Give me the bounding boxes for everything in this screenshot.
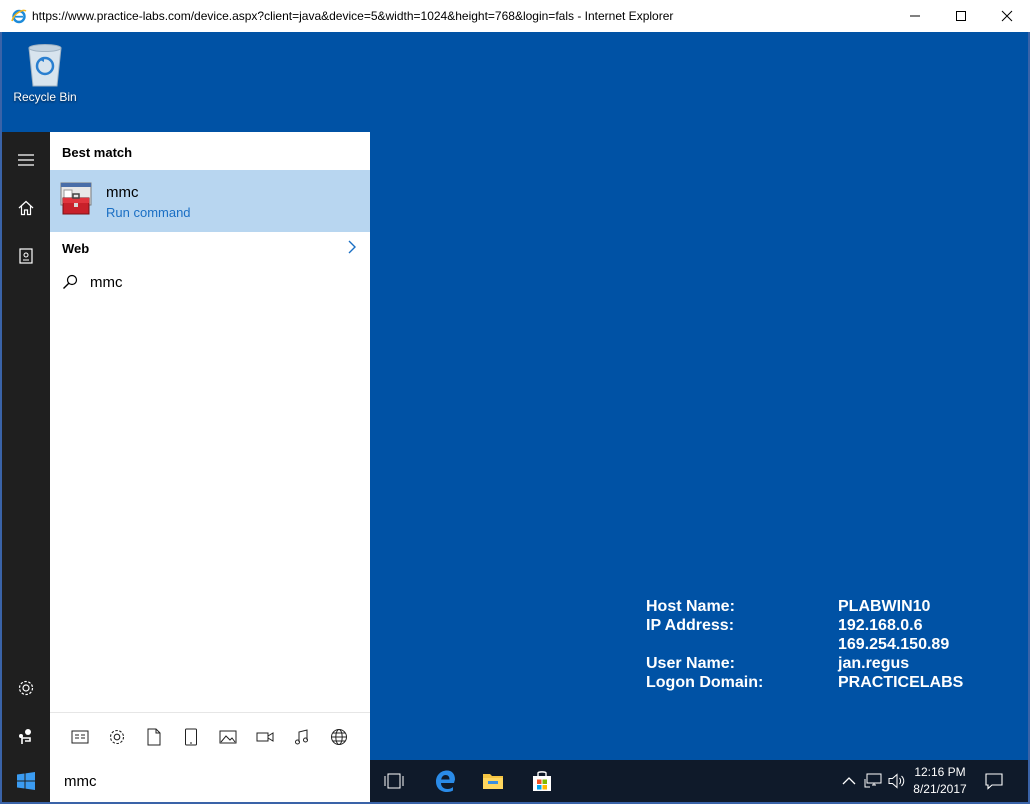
home-icon	[18, 200, 34, 216]
host-info-key: User Name:	[646, 655, 735, 672]
show-hidden-icons-button[interactable]	[840, 772, 858, 790]
folder-icon	[483, 774, 503, 789]
search-input[interactable]	[62, 771, 356, 791]
internet-explorer-icon	[10, 7, 28, 25]
feedback-button[interactable]	[2, 712, 50, 760]
clock-time: 12:16 PM	[914, 765, 966, 779]
apps-icon[interactable]	[70, 727, 90, 747]
clock-date: 8/21/2017	[913, 782, 967, 796]
network-button[interactable]	[864, 772, 882, 790]
music-icon[interactable]	[292, 727, 312, 747]
host-info-row: Host Name: PLABWIN10	[646, 597, 963, 616]
settings-button[interactable]	[2, 664, 50, 712]
notebook-icon	[19, 248, 33, 264]
host-info-key: IP Address:	[646, 617, 735, 634]
host-info-row: IP Address: 192.168.0.6	[646, 616, 963, 635]
best-match-subtitle: Run command	[106, 205, 191, 220]
host-info-value: jan.regus	[838, 655, 910, 672]
host-info-row: 169.254.150.89	[646, 635, 963, 654]
host-info-key: Host Name:	[646, 598, 735, 615]
recycle-bin-icon	[28, 44, 62, 87]
taskbar-search-box[interactable]	[50, 760, 370, 802]
browser-titlebar: https://www.practice-labs.com/device.asp…	[0, 0, 1030, 33]
best-match-item[interactable]: mmc Run command	[50, 170, 370, 232]
host-info-row: Logon Domain: PRACTICELABS	[646, 673, 963, 692]
search-results-panel: Best match mmc Run command Web mmc	[50, 132, 370, 761]
toolbox-icon	[60, 182, 92, 216]
minimize-icon	[910, 15, 920, 17]
best-match-heading: Best match	[62, 145, 133, 160]
tablet-icon[interactable]	[181, 727, 201, 747]
hamburger-menu-button[interactable]	[2, 136, 50, 184]
notebook-button[interactable]	[2, 232, 50, 280]
web-icon[interactable]	[329, 727, 349, 747]
maximize-icon	[956, 11, 966, 21]
search-filter-bar	[50, 712, 370, 761]
host-info-panel: Host Name: PLABWIN10 IP Address: 192.168…	[646, 597, 963, 692]
chevron-up-icon	[842, 777, 856, 785]
system-clock[interactable]: 12:16 PM 8/21/2017	[908, 764, 972, 798]
host-info-value: PLABWIN10	[838, 598, 931, 615]
volume-button[interactable]	[888, 772, 906, 790]
network-icon	[864, 773, 882, 788]
edge-icon	[436, 770, 455, 792]
store-button[interactable]	[526, 765, 558, 797]
chevron-right-icon	[348, 240, 356, 254]
web-expand-button[interactable]	[348, 240, 356, 259]
browser-title: https://www.practice-labs.com/device.asp…	[32, 9, 674, 23]
hamburger-icon	[18, 154, 34, 166]
host-info-key	[646, 635, 838, 654]
window-border-left	[0, 32, 2, 804]
feedback-icon	[19, 729, 31, 744]
host-info-value: PRACTICELABS	[838, 674, 964, 691]
videos-icon[interactable]	[255, 727, 275, 747]
host-info-value: 169.254.150.89	[838, 636, 950, 653]
notification-icon	[985, 773, 1003, 790]
windows-logo-icon	[17, 772, 35, 790]
minimize-button[interactable]	[892, 0, 938, 32]
host-info-row: User Name: jan.regus	[646, 654, 963, 673]
recycle-bin[interactable]: Recycle Bin	[8, 38, 82, 104]
task-view-button[interactable]	[378, 765, 410, 797]
home-button[interactable]	[2, 184, 50, 232]
close-icon	[1001, 10, 1013, 22]
action-center-button[interactable]	[984, 771, 1004, 791]
start-button[interactable]	[2, 760, 50, 802]
photos-icon[interactable]	[218, 727, 238, 747]
close-button[interactable]	[984, 0, 1030, 32]
host-info-value: 192.168.0.6	[838, 617, 923, 634]
taskbar: 12:16 PM 8/21/2017	[2, 760, 1028, 802]
store-icon	[533, 771, 551, 791]
maximize-button[interactable]	[938, 0, 984, 32]
task-view-icon	[384, 773, 404, 789]
host-info-key: Logon Domain:	[646, 674, 764, 691]
web-heading: Web	[62, 241, 90, 256]
documents-icon[interactable]	[144, 727, 164, 747]
file-explorer-button[interactable]	[477, 765, 509, 797]
edge-browser-button[interactable]	[429, 765, 461, 797]
settings-icon[interactable]	[107, 727, 127, 747]
web-suggestion-text: mmc	[90, 274, 123, 291]
speaker-icon	[888, 773, 905, 789]
web-suggestion-item[interactable]: mmc	[50, 268, 370, 298]
start-menu-rail	[2, 132, 50, 760]
search-icon	[62, 274, 78, 295]
gear-icon	[18, 680, 34, 696]
recycle-bin-label: Recycle Bin	[13, 90, 77, 104]
best-match-name: mmc	[106, 184, 139, 201]
